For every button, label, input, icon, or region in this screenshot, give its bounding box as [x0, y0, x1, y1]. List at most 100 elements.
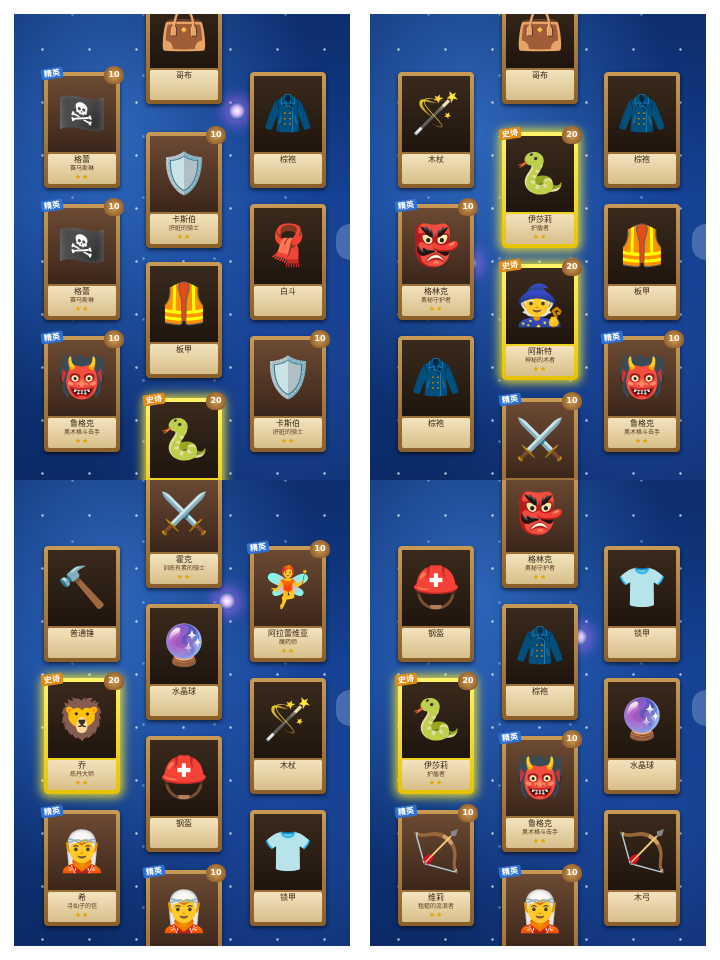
item-card[interactable]: 👜 哥布: [146, 14, 222, 104]
item-card[interactable]: 🏹 木弓: [604, 810, 680, 926]
item-art: 🔮: [608, 682, 676, 758]
item-card[interactable]: 🪄 木杖: [398, 72, 474, 188]
item-card[interactable]: 🪄 木杖: [250, 678, 326, 794]
bow-icon: 🏹: [617, 829, 667, 875]
item-card[interactable]: 👕 锁甲: [250, 810, 326, 926]
star-rating: ★★: [74, 779, 90, 787]
hero-card[interactable]: 🧝 精英 希 寻仙子的信 ★★: [40, 804, 120, 926]
card-subtitle: 粗糙的流浪者: [417, 903, 454, 910]
level-badge: 20: [104, 672, 124, 690]
item-card[interactable]: 🦺 板甲: [604, 204, 680, 320]
card-name: 鲁格克: [528, 819, 552, 828]
item-card[interactable]: 🧥 棕袍: [250, 72, 326, 188]
hero-card[interactable]: 🏴‍☠️ 精英 10 格蕾 赛马斯琳 ★★: [40, 198, 124, 320]
item-card[interactable]: ⛑️ 钢盔: [398, 546, 474, 662]
hero-card[interactable]: 🛡️ 10 卡斯伯 肝脏的骑士 ★★: [250, 330, 330, 452]
item-card[interactable]: 🧥 棕袍: [604, 72, 680, 188]
card-name: 板甲: [176, 345, 192, 354]
item-art: 🔮: [150, 608, 218, 684]
legend-hero-card[interactable]: 🦁 史诗 20 乔 炼丹大师 ★★: [40, 672, 124, 794]
card-name: 水晶球: [630, 761, 654, 770]
hero-card[interactable]: 👺 精英 10 格林克 奥秘守护者 ★★: [394, 198, 478, 320]
crystal-ball-icon: 🔮: [159, 623, 209, 669]
item-card[interactable]: 🧥 棕袍: [398, 336, 474, 452]
card-name: 希: [78, 893, 86, 902]
hood-icon: 🧥: [263, 91, 313, 137]
legend-hero-card[interactable]: 🐍 史诗 20 伊莎莉 护盾者 ★★: [394, 672, 478, 794]
knight-hero-icon: 🛡️: [159, 151, 209, 197]
item-card[interactable]: 🔨 普通锤: [44, 546, 120, 662]
hood-icon: 🧥: [411, 355, 461, 401]
orc-hero-icon: 👹: [617, 355, 667, 401]
card-subtitle: 奥秘守护者: [420, 297, 451, 304]
legend-hero-card[interactable]: 🧙 史诗 20 阿斯特 神秘的术者 ★★: [498, 258, 582, 380]
card-subtitle: 奥术格斗击手: [63, 429, 100, 436]
card-name: 鲁格克: [70, 419, 94, 428]
card-subtitle: 魔药师: [278, 639, 297, 646]
star-rating: ★★: [532, 573, 548, 581]
crystal-ball-icon: 🔮: [617, 697, 667, 743]
hero-card[interactable]: ⚔️ 精英 10: [498, 392, 582, 480]
hero-card[interactable]: 🧝 精英 10: [498, 864, 582, 946]
card-name: 白斗: [280, 287, 296, 296]
card-name: 鲁格克: [630, 419, 654, 428]
hero-card[interactable]: 👹 精英 10 鲁格克 奥术格斗击手 ★★: [600, 330, 684, 452]
chainmail-icon: 👕: [617, 565, 667, 611]
item-card[interactable]: 🔮 水晶球: [604, 678, 680, 794]
card-name: 木杖: [280, 761, 296, 770]
card-name: 木杖: [428, 155, 444, 164]
item-card[interactable]: 👜 哥布: [502, 14, 578, 104]
item-card[interactable]: 🦺 板甲: [146, 262, 222, 378]
hero-card[interactable]: 👹 精英 10 鲁格克 奥术格斗击手 ★★: [40, 330, 124, 452]
hero-card[interactable]: 🧝 精英 10: [142, 864, 226, 946]
item-card[interactable]: 🔮 水晶球: [146, 604, 222, 720]
card-name: 棕袍: [428, 419, 444, 428]
hero-card[interactable]: 🛡️ 10 卡斯伯 肝脏的骑士 ★★: [146, 126, 226, 248]
item-card[interactable]: ⛑️ 钢盔: [146, 736, 222, 852]
magic-orb-icon: [228, 102, 246, 120]
helmet-icon: ⛑️: [159, 755, 209, 801]
alchemist-hero-icon: 🦁: [57, 697, 107, 743]
hero-card[interactable]: 🧚 精英 10 阿拉蕾维亚 魔药师 ★★: [246, 540, 330, 662]
card-name: 乔: [78, 761, 86, 770]
hero-card[interactable]: ⚔️ 霍克 训练有素的骑士 ★★: [146, 480, 222, 588]
chainmail-icon: 👕: [263, 829, 313, 875]
item-card[interactable]: 👕 锁甲: [604, 546, 680, 662]
item-art: 🧥: [402, 340, 470, 416]
card-subtitle: 寻仙子的信: [66, 903, 97, 910]
legend-hero-card[interactable]: 🐍 史诗 20: [142, 392, 226, 480]
legend-hero-card[interactable]: 🐍 史诗 20 伊莎莉 护盾者 ★★: [498, 126, 582, 248]
star-rating: ★★: [176, 233, 192, 241]
card-name: 普通锤: [70, 629, 94, 638]
armor-icon: 🦺: [617, 223, 667, 269]
staff-icon: 🪄: [263, 697, 313, 743]
side-scroll-button[interactable]: [336, 224, 350, 260]
hero-card[interactable]: 🏴‍☠️ 精英 10 格蕾 赛马斯琳 ★★: [40, 66, 124, 188]
side-scroll-button[interactable]: [692, 224, 706, 260]
level-badge: 10: [664, 330, 684, 348]
hero-card[interactable]: 🏹 精英 10 维莉 粗糙的流浪者 ★★: [394, 804, 478, 926]
item-art: 🔨: [48, 550, 116, 626]
side-scroll-button[interactable]: [692, 690, 706, 726]
hero-card[interactable]: 👹 精英 10 鲁格克 奥术格斗击手 ★★: [498, 730, 582, 852]
pirate-hero-icon: 🏴‍☠️: [57, 223, 107, 269]
item-art: ⛑️: [402, 550, 470, 626]
level-badge: 10: [206, 126, 226, 144]
item-art: 🧣: [254, 208, 322, 284]
level-badge: 10: [562, 864, 582, 882]
staff-icon: 🪄: [411, 91, 461, 137]
item-card[interactable]: 🧣 白斗: [250, 204, 326, 320]
item-card[interactable]: 🧥 棕袍: [502, 604, 578, 720]
level-badge: 10: [458, 804, 478, 822]
item-art: 🪄: [402, 76, 470, 152]
item-art: 🪄: [254, 682, 322, 758]
side-scroll-button[interactable]: [336, 690, 350, 726]
hero-card[interactable]: 👺 格林克 奥秘守护者 ★★: [502, 480, 578, 588]
card-subtitle: 赛马斯琳: [69, 297, 94, 304]
card-name: 霍克: [176, 555, 192, 564]
card-name: 卡斯伯: [172, 215, 196, 224]
card-subtitle: 肝脏的骑士: [168, 225, 199, 232]
card-subtitle: 肝脏的骑士: [272, 429, 303, 436]
hero-portrait: 🏴‍☠️: [48, 76, 116, 152]
card-name: 哥布: [532, 71, 548, 80]
